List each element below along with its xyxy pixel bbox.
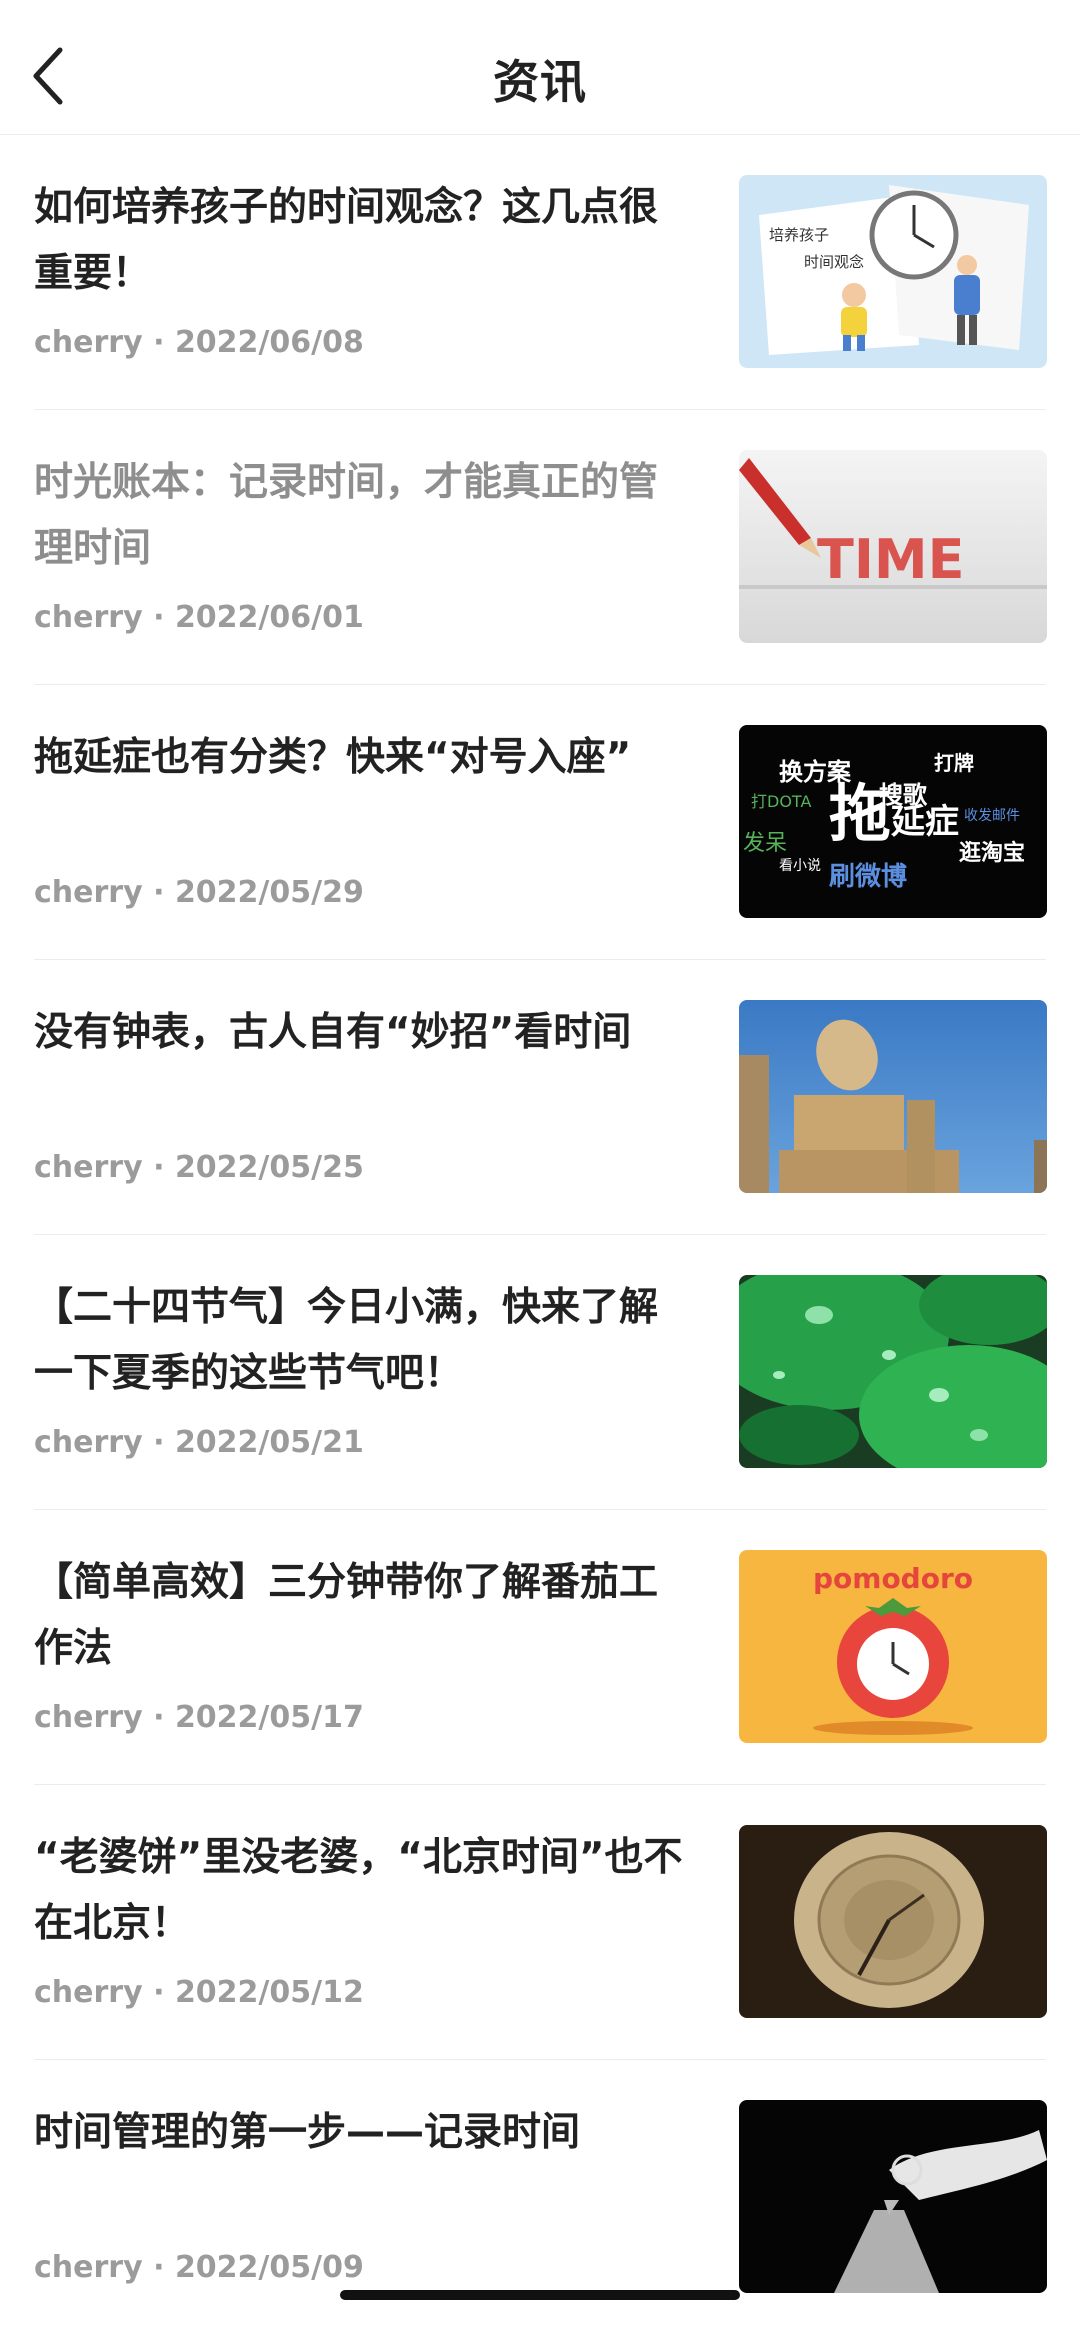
hourglass-sand-photo — [739, 2100, 1047, 2293]
news-thumbnail: 拖 延症 换方案 搜歌 打DOTA 发呆 刷微博 逛淘宝 打牌 看小说 收发邮件 — [739, 725, 1047, 918]
news-meta: cherry · 2022/06/08 — [34, 325, 364, 360]
meta-separator: · — [142, 2250, 175, 2285]
news-thumbnail — [739, 1825, 1047, 2018]
page-title: 资讯 — [493, 55, 587, 109]
news-title: 【二十四节气】今日小满，快来了解一下夏季的这些节气吧！ — [34, 1285, 659, 1396]
news-item[interactable]: 【简单高效】三分钟带你了解番茄工作法 cherry · 2022/05/17 p… — [0, 1510, 1080, 1785]
news-author: cherry — [34, 325, 143, 360]
news-date: 2022/05/29 — [174, 875, 364, 910]
news-item[interactable]: 【二十四节气】今日小满，快来了解一下夏季的这些节气吧！ cherry · 202… — [0, 1235, 1080, 1510]
news-thumbnail — [739, 2100, 1047, 2293]
procrastination-word-cloud: 拖 延症 换方案 搜歌 打DOTA 发呆 刷微博 逛淘宝 打牌 看小说 收发邮件 — [739, 725, 1047, 918]
meta-separator: · — [142, 600, 175, 635]
stone-sundial-photo — [739, 1825, 1047, 2018]
news-date: 2022/05/25 — [174, 1150, 364, 1185]
news-author: cherry — [34, 1150, 143, 1185]
news-meta: cherry · 2022/05/17 — [34, 1700, 364, 1735]
home-indicator[interactable] — [340, 2290, 740, 2300]
thumb-caption-2: 时间观念 — [804, 253, 864, 271]
meta-separator: · — [142, 325, 175, 360]
pomodoro-illustration: pomodoro — [739, 1550, 1047, 1743]
news-date: 2022/05/21 — [174, 1425, 364, 1460]
news-meta: cherry · 2022/05/09 — [34, 2250, 364, 2285]
cloud-word: 看小说 — [779, 858, 821, 874]
news-author: cherry — [34, 600, 143, 635]
news-thumbnail — [739, 1000, 1047, 1193]
news-meta: cherry · 2022/05/12 — [34, 1975, 364, 2010]
news-thumbnail: 培养孩子 时间观念 — [739, 175, 1047, 368]
news-date: 2022/05/09 — [174, 2250, 364, 2285]
meta-separator: · — [142, 1975, 175, 2010]
news-author: cherry — [34, 1975, 143, 2010]
news-title: 没有钟表，古人自有“妙招”看时间 — [34, 1010, 632, 1055]
news-title: 如何培养孩子的时间观念？这几点很重要！ — [34, 185, 659, 296]
news-title: 【简单高效】三分钟带你了解番茄工作法 — [34, 1560, 659, 1671]
news-date: 2022/06/08 — [174, 325, 364, 360]
meta-separator: · — [142, 1700, 175, 1735]
news-meta: cherry · 2022/05/25 — [34, 1150, 364, 1185]
cloud-word: 逛淘宝 — [959, 840, 1025, 866]
news-item[interactable]: 如何培养孩子的时间观念？这几点很重要！ cherry · 2022/06/08 … — [0, 135, 1080, 410]
news-item[interactable]: 没有钟表，古人自有“妙招”看时间 cherry · 2022/05/25 — [0, 960, 1080, 1235]
news-author: cherry — [34, 1425, 143, 1460]
news-thumbnail: TIME — [739, 450, 1047, 643]
sundial-sky-photo — [739, 1000, 1047, 1193]
news-meta: cherry · 2022/05/21 — [34, 1425, 364, 1460]
lotus-leaf-photo — [739, 1275, 1047, 1468]
kids-time-illustration: 培养孩子 时间观念 — [739, 175, 1047, 368]
cloud-word: 搜歌 — [879, 781, 928, 809]
news-title: 时光账本：记录时间，才能真正的管理时间 — [34, 460, 659, 571]
pencil-time-image: TIME — [739, 450, 1047, 643]
meta-separator: · — [142, 1425, 175, 1460]
thumb-caption-1: 培养孩子 — [769, 226, 829, 244]
header: 资讯 — [0, 0, 1080, 135]
news-meta: cherry · 2022/05/29 — [34, 875, 364, 910]
thumb-word: TIME — [817, 528, 965, 591]
news-date: 2022/06/01 — [174, 600, 364, 635]
news-list: 如何培养孩子的时间观念？这几点很重要！ cherry · 2022/06/08 … — [0, 135, 1080, 2335]
cloud-word: 发呆 — [743, 831, 787, 856]
news-author: cherry — [34, 1700, 143, 1735]
meta-separator: · — [142, 875, 175, 910]
cloud-word: 打牌 — [934, 751, 974, 775]
news-item[interactable]: “老婆饼”里没老婆，“北京时间”也不在北京！ cherry · 2022/05/… — [0, 1785, 1080, 2060]
thumb-word: pomodoro — [813, 1562, 973, 1595]
cloud-word: 打DOTA — [751, 792, 811, 811]
cloud-word: 刷微博 — [829, 861, 907, 892]
news-author: cherry — [34, 2250, 143, 2285]
news-item[interactable]: 拖延症也有分类？快来“对号入座” cherry · 2022/05/29 拖 延… — [0, 685, 1080, 960]
news-date: 2022/05/12 — [174, 1975, 364, 2010]
cloud-word: 收发邮件 — [964, 808, 1020, 824]
news-author: cherry — [34, 875, 143, 910]
meta-separator: · — [142, 1150, 175, 1185]
news-meta: cherry · 2022/06/01 — [34, 600, 364, 635]
news-thumbnail — [739, 1275, 1047, 1468]
news-thumbnail: pomodoro — [739, 1550, 1047, 1743]
news-title: 拖延症也有分类？快来“对号入座” — [34, 735, 632, 780]
news-title: “老婆饼”里没老婆，“北京时间”也不在北京！ — [34, 1835, 683, 1946]
news-item[interactable]: 时光账本：记录时间，才能真正的管理时间 cherry · 2022/06/01 … — [0, 410, 1080, 685]
news-date: 2022/05/17 — [174, 1700, 364, 1735]
news-title: 时间管理的第一步——记录时间 — [34, 2110, 581, 2155]
cloud-word: 换方案 — [779, 758, 852, 786]
